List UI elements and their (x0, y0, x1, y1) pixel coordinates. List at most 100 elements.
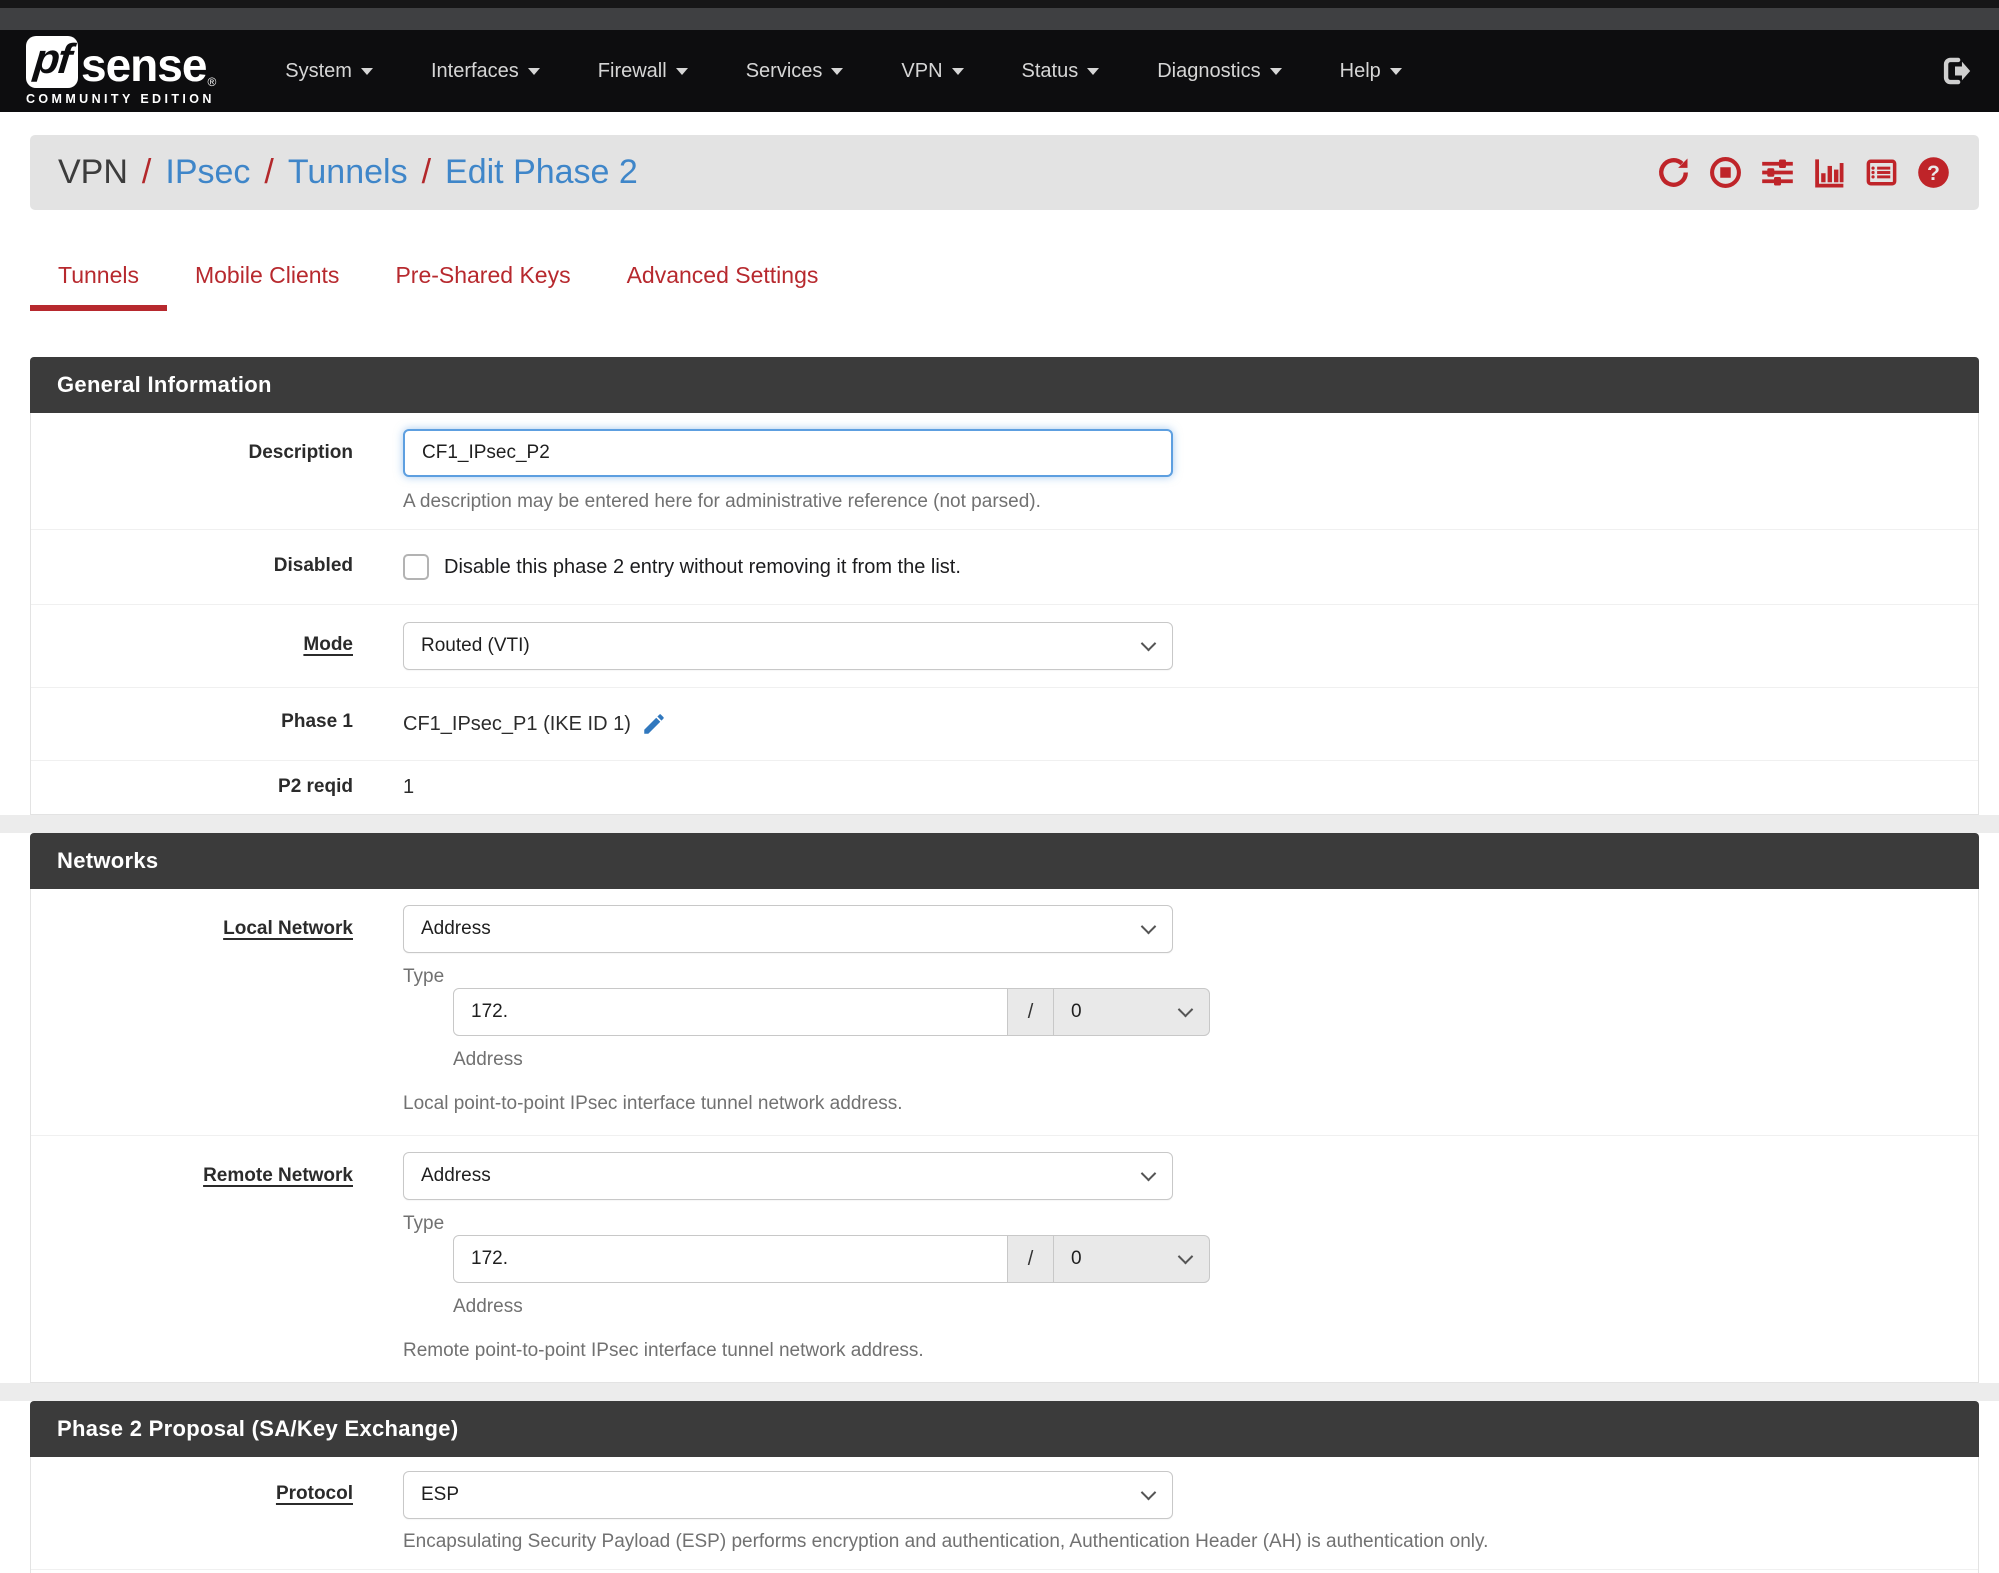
row-disabled: Disabled Disable this phase 2 entry with… (31, 529, 1978, 604)
nav-item-firewall[interactable]: Firewall (569, 30, 717, 112)
chevron-down-icon (1389, 67, 1402, 75)
phase1-value: CF1_IPsec_P1 (IKE ID 1) (403, 712, 631, 735)
browser-chrome-edge (0, 0, 1999, 8)
panel-phase2-proposal: Phase 2 Proposal (SA/Key Exchange) Proto… (30, 1401, 1979, 1573)
address-mask-separator: / (1008, 988, 1054, 1036)
chevron-down-icon (951, 67, 964, 75)
chevron-down-icon (1177, 1248, 1194, 1265)
refresh-icon[interactable] (1656, 155, 1691, 190)
panel-gap (0, 815, 1999, 833)
log-list-icon[interactable] (1864, 155, 1899, 190)
row-description: Description A description may be entered… (31, 413, 1978, 529)
sliders-icon[interactable] (1760, 155, 1795, 190)
local-network-type-select[interactable]: Address (403, 905, 1173, 953)
mode-label: Mode (303, 634, 353, 655)
tab-advanced-settings[interactable]: Advanced Settings (599, 246, 847, 311)
disabled-label: Disabled (273, 555, 353, 576)
tab-bar: Tunnels Mobile Clients Pre-Shared Keys A… (30, 246, 1979, 311)
chevron-down-icon (1140, 635, 1157, 652)
svg-text:?: ? (1927, 162, 1940, 185)
local-address-help: Address (453, 1049, 523, 1070)
breadcrumb: VPN / IPsec / Tunnels / Edit Phase 2 (58, 153, 638, 192)
disabled-checkbox-label: Disable this phase 2 entry without remov… (444, 555, 961, 578)
remote-network-help: Remote point-to-point IPsec interface tu… (403, 1340, 924, 1361)
remote-network-address-input[interactable] (453, 1235, 1008, 1283)
nav-item-services[interactable]: Services (717, 30, 873, 112)
logo-subtitle: COMMUNITY EDITION (26, 92, 215, 106)
protocol-label: Protocol (275, 1483, 353, 1504)
protocol-select[interactable]: ESP (403, 1471, 1173, 1519)
chevron-down-icon (675, 67, 688, 75)
local-network-address-input[interactable] (453, 988, 1008, 1036)
p2reqid-value: 1 (403, 776, 415, 798)
tab-mobile-clients[interactable]: Mobile Clients (167, 246, 367, 311)
protocol-help: Encapsulating Security Payload (ESP) per… (403, 1531, 1489, 1552)
breadcrumb-bar: VPN / IPsec / Tunnels / Edit Phase 2 ? (30, 135, 1979, 210)
remote-type-help: Type (403, 1213, 445, 1234)
local-network-mask-select[interactable]: 0 (1054, 988, 1210, 1036)
panel-networks-heading: Networks (30, 833, 1979, 889)
sign-out-icon[interactable] (1939, 54, 1973, 88)
row-protocol: Protocol ESP Encapsulating Security Payl… (31, 1457, 1978, 1569)
nav-item-help[interactable]: Help (1311, 30, 1431, 112)
nav-menu: System Interfaces Firewall Services VPN … (256, 30, 1430, 112)
phase1-label: Phase 1 (281, 711, 353, 732)
nav-item-vpn[interactable]: VPN (872, 30, 992, 112)
description-label: Description (248, 442, 353, 463)
chevron-down-icon (1177, 1001, 1194, 1018)
remote-network-type-select[interactable]: Address (403, 1152, 1173, 1200)
logo-registered-mark: ® (207, 75, 217, 89)
help-icon[interactable]: ? (1916, 155, 1951, 190)
pf-logo-mark: pf (26, 35, 78, 88)
local-network-help: Local point-to-point IPsec interface tun… (403, 1093, 903, 1114)
breadcrumb-separator: / (264, 153, 274, 191)
panel-networks: Networks Local Network Address Type 172.… (30, 833, 1979, 1383)
top-navbar: pf sense ® COMMUNITY EDITION System Inte… (0, 30, 1999, 112)
panel-gap (0, 1383, 1999, 1401)
breadcrumb-link-tunnels[interactable]: Tunnels (288, 153, 408, 192)
nav-item-diagnostics[interactable]: Diagnostics (1128, 30, 1310, 112)
remote-network-mask-select[interactable]: 0 (1054, 1235, 1210, 1283)
breadcrumb-separator: / (141, 153, 152, 191)
p2reqid-label: P2 reqid (278, 776, 353, 797)
nav-item-system[interactable]: System (256, 30, 402, 112)
address-mask-separator: / (1008, 1235, 1054, 1283)
browser-chrome-strip (0, 8, 1999, 30)
description-help: A description may be entered here for ad… (403, 491, 1041, 512)
remote-address-help: Address (453, 1296, 523, 1317)
row-encryption-aes: Encryption Algorithms AES 256 bits (31, 1569, 1978, 1573)
chevron-down-icon (1140, 918, 1157, 935)
page-content: VPN / IPsec / Tunnels / Edit Phase 2 ? T… (0, 135, 1999, 1573)
chevron-down-icon (1140, 1484, 1157, 1501)
breadcrumb-link-ipsec[interactable]: IPsec (165, 153, 250, 192)
tab-tunnels[interactable]: Tunnels (30, 246, 167, 311)
pfsense-logo[interactable]: pf sense ® COMMUNITY EDITION (26, 35, 217, 106)
chevron-down-icon (1140, 1165, 1157, 1182)
logo-sense-text: sense (81, 39, 207, 91)
description-input[interactable] (403, 429, 1173, 477)
breadcrumb-link-edit-phase2[interactable]: Edit Phase 2 (445, 153, 638, 192)
nav-item-status[interactable]: Status (993, 30, 1129, 112)
panel-title: Networks (57, 848, 159, 873)
panel-general-heading: General Information (30, 357, 1979, 413)
panel-proposal-heading: Phase 2 Proposal (SA/Key Exchange) (30, 1401, 1979, 1457)
panel-title: General Information (57, 372, 272, 397)
row-local-network: Local Network Address Type / (31, 889, 1978, 1135)
nav-item-interfaces[interactable]: Interfaces (402, 30, 569, 112)
chevron-down-icon (360, 67, 373, 75)
bar-chart-icon[interactable] (1812, 155, 1847, 190)
edit-pencil-icon[interactable] (641, 711, 667, 737)
breadcrumb-separator: / (421, 153, 432, 191)
stop-icon[interactable] (1708, 155, 1743, 190)
panel-general-information: General Information Description A descri… (30, 357, 1979, 815)
mode-select[interactable]: Routed (VTI) (403, 622, 1173, 670)
page-action-icons: ? (1656, 155, 1951, 190)
breadcrumb-root: VPN (58, 153, 128, 191)
tab-pre-shared-keys[interactable]: Pre-Shared Keys (367, 246, 598, 311)
local-type-help: Type (403, 966, 445, 987)
chevron-down-icon (1087, 67, 1100, 75)
disabled-checkbox[interactable] (403, 554, 429, 580)
row-mode: Mode Routed (VTI) (31, 604, 1978, 687)
row-p2reqid: P2 reqid 1 (31, 760, 1978, 814)
row-phase1: Phase 1 CF1_IPsec_P1 (IKE ID 1) (31, 687, 1978, 760)
